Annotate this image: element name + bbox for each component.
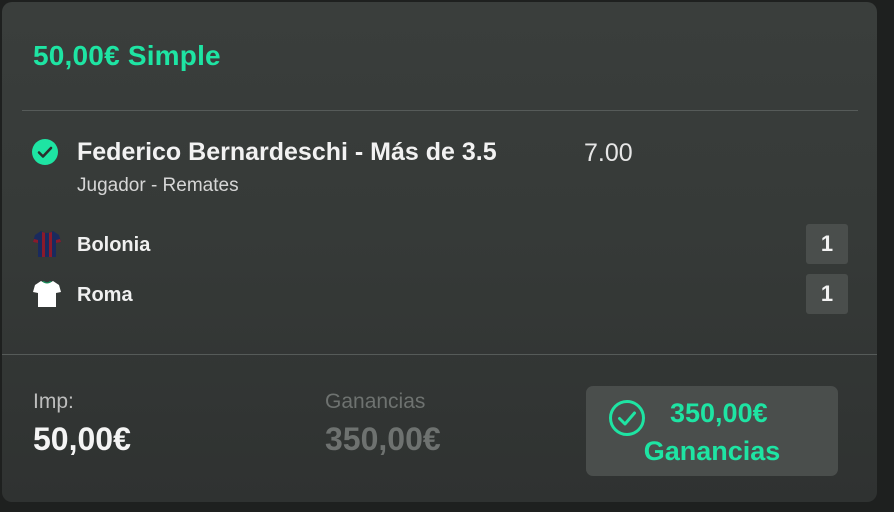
jersey-icon	[33, 281, 61, 307]
divider	[2, 354, 877, 355]
score-home: 1	[806, 224, 848, 264]
returns-value: 350,00€	[325, 421, 441, 457]
bet-card: 50,00€ Simple Federico Bernardeschi - Má…	[2, 2, 877, 502]
stake-label: Imp:	[33, 390, 74, 413]
team-row-away: Roma 1	[30, 274, 850, 314]
selection-name: Federico Bernardeschi - Más de 3.5	[77, 138, 497, 166]
won-amount: 350,00€	[670, 398, 768, 428]
selection-odds: 7.00	[584, 139, 633, 167]
returns-label: Ganancias	[325, 390, 426, 413]
stake-value: 50,00€	[33, 421, 131, 457]
won-returns-button[interactable]: 350,00€ Ganancias	[586, 386, 838, 476]
check-circle-icon	[32, 139, 58, 165]
team-name-away: Roma	[77, 284, 133, 306]
score-away: 1	[806, 274, 848, 314]
team-name-home: Bolonia	[77, 234, 151, 256]
won-label: Ganancias	[643, 436, 781, 466]
jersey-icon	[33, 231, 61, 257]
divider	[22, 110, 858, 111]
check-circle-outline-icon	[609, 400, 645, 436]
team-row-home: Bolonia 1	[30, 224, 850, 264]
bet-title: 50,00€ Simple	[33, 40, 221, 71]
market-name: Jugador - Remates	[77, 175, 239, 196]
